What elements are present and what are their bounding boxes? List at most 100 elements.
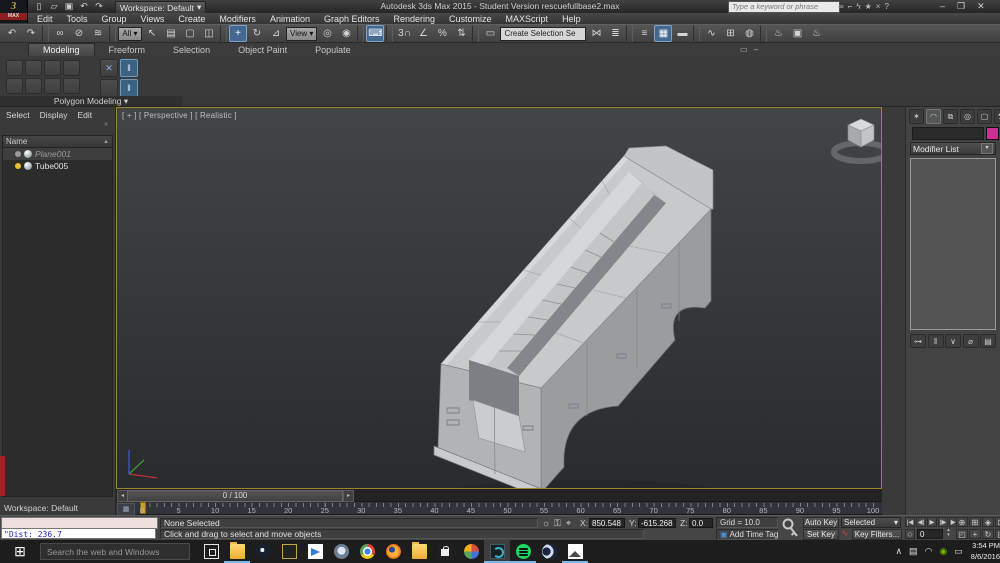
scale-icon[interactable]: ⊿ [267,25,285,42]
pin-stack-icon[interactable]: ⊶ [910,334,926,348]
taskbar-search-input[interactable]: Search the web and Windows [40,543,190,560]
orbit-icon[interactable]: ↻ [982,529,994,539]
shaded-toggle-button[interactable]: ‖ [120,59,138,77]
minimize-button[interactable]: – [940,1,945,11]
taskbar-app-chrome[interactable] [354,540,380,563]
tab-create[interactable]: ✶ [909,109,924,124]
zoom-icon[interactable]: ⊕ [956,517,968,527]
nvidia-icon[interactable]: ◉ [939,546,947,557]
zoom-extents-icon[interactable]: ◈ [982,517,994,527]
edge-mode-button[interactable] [25,60,42,76]
key-mode-toggle[interactable]: ◇ [905,529,915,539]
undo-icon[interactable]: ↶ [3,25,21,42]
next-frame-button[interactable]: |▶ [938,517,948,527]
angle-snap-icon[interactable]: ∠ [414,25,432,42]
object-name-field[interactable] [912,127,984,140]
prev-frame-button[interactable]: ◀| [916,517,926,527]
add-time-tag[interactable]: ▣Add Time Tag [716,529,778,540]
taskbar-app-file-explorer[interactable] [224,540,250,563]
go-to-start-button[interactable]: |◀ [905,517,915,527]
current-frame-field[interactable]: 0 [917,529,943,539]
name-column-header[interactable]: Name ▲ [3,136,112,148]
polygon-mode-button[interactable] [63,60,80,76]
help-icon[interactable]: ? [884,2,888,11]
taskbar-app-task-view[interactable] [198,540,224,563]
key-icon[interactable]: ⌐ [848,2,853,11]
restore-button[interactable]: ❐ [957,1,965,12]
viewport-label[interactable]: [ + ] [ Perspective ] [ Realistic ] [122,111,237,120]
mirror-icon[interactable]: ⋈ [587,25,605,42]
unlink-icon[interactable]: ⊘ [70,25,88,42]
y-coordinate-field[interactable]: -615.268 [638,518,676,528]
auto-key-button[interactable]: Auto Key [803,517,839,528]
visibility-bulb-icon[interactable] [15,151,21,157]
schematic-view-icon[interactable]: ⊞ [721,25,739,42]
taskbar-app-folder-2[interactable] [406,540,432,563]
new-file-icon[interactable]: ▯ [32,1,46,13]
taskbar-app-3ds-max[interactable] [484,540,510,563]
select-manipulate-icon[interactable]: ◉ [337,25,355,42]
taskbar-app-firefox[interactable] [380,540,406,563]
lightning-icon[interactable]: ϟ [856,2,860,11]
lock-selection-icon[interactable]: ⚿ [554,518,561,529]
undo-quick-icon[interactable]: ↶ [77,1,91,13]
close-button[interactable]: ✕ [977,1,985,12]
app-logo[interactable]: 3 MAX [0,0,28,23]
render-production-icon[interactable]: ♨ [807,25,825,42]
polygon-modeling-panel-label[interactable]: Polygon Modeling ▾ [0,96,182,106]
ref-coord-dropdown[interactable]: View ▾ [286,27,317,41]
render-setup-icon[interactable]: ♨ [769,25,787,42]
move-icon[interactable]: + [229,25,247,42]
input-indicator-icon[interactable]: ▤ [909,546,918,557]
start-button[interactable]: ⊞ [0,540,40,563]
selection-set-dropdown[interactable]: Selected ▾ [841,517,901,528]
ribbon-panel-icon[interactable]: ▭ [740,45,748,54]
help-search-input[interactable]: Type a keyword or phrase [728,1,840,13]
viewcube[interactable] [834,119,881,161]
time-slider-handle[interactable]: 0 / 100 [127,490,343,502]
layer-manager-icon[interactable]: ≡ [635,25,653,42]
set-keys-button[interactable] [781,517,801,539]
selection-filter-dropdown[interactable]: All ▾ [118,27,142,41]
modifier-list-dropdown[interactable]: Modifier List ▾ [910,142,996,155]
explorer-row-plane001[interactable]: Plane001 [3,148,112,160]
edit-named-selections-icon[interactable]: ▭ [481,25,499,42]
open-file-icon[interactable]: ▱ [47,1,61,13]
taskbar-app-airplane-app[interactable] [302,540,328,563]
taskbar-app-spotify[interactable] [510,540,536,563]
explorer-row-tube005[interactable]: Tube005 [3,160,112,172]
save-file-icon[interactable]: ▣ [62,1,76,13]
tab-motion[interactable]: ◎ [960,109,975,124]
action-center-icon[interactable]: ▭ [954,546,963,557]
transform-typein-icon[interactable]: ⌖ [566,518,571,529]
modifier-stack[interactable] [910,158,996,330]
make-unique-icon[interactable]: ∨ [945,334,961,348]
loop-button[interactable] [63,78,80,94]
shrink-button[interactable] [25,78,42,94]
rotate-icon[interactable]: ↻ [248,25,266,42]
zoom-extents-all-icon[interactable]: ⊡ [995,517,1000,527]
named-selection-combo[interactable]: Create Selection Se [500,27,586,41]
grow-button[interactable] [44,78,61,94]
taskbar-app-photos[interactable] [562,540,588,563]
rect-region-icon[interactable]: ▢ [181,25,199,42]
fx-toggle-button[interactable]: ‖ [120,79,138,97]
isolate-selection-icon[interactable]: ☼ [542,518,550,528]
spinner-snap-icon[interactable]: ⇅ [452,25,470,42]
set-key-button[interactable]: Set Key [803,529,839,540]
perspective-viewport[interactable]: [ + ] [ Perspective ] [ Realistic ] [116,107,882,489]
remove-modifier-icon[interactable]: ⌀ [963,334,979,348]
taskbar-app-media-app[interactable] [458,540,484,563]
play-button[interactable]: ▶ [927,517,937,527]
frame-spinner[interactable]: ▴ ▾ [945,528,952,538]
tab-hierarchy[interactable]: ⧉ [943,109,958,124]
taskbar-app-messaging-app[interactable] [328,540,354,563]
dummy-button[interactable] [100,79,118,97]
select-by-name-icon[interactable]: ▤ [162,25,180,42]
rendered-frame-icon[interactable]: ▣ [788,25,806,42]
display-ribbon-icon[interactable]: ▬ [673,25,691,42]
curve-editor-icon[interactable]: ∿ [702,25,720,42]
show-end-result-icon[interactable]: ‖ [928,334,944,348]
default-in-out-tangent-icon[interactable]: ∿ [841,528,849,539]
window-crossing-icon[interactable]: ◫ [200,25,218,42]
